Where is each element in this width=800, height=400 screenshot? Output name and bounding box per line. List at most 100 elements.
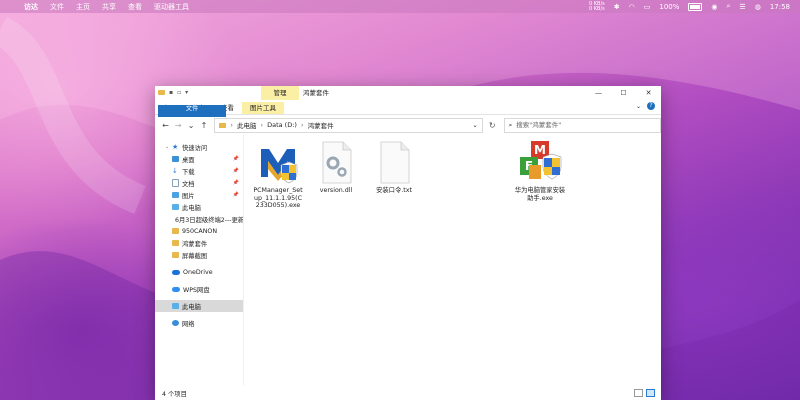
help-icon[interactable]: ? (647, 102, 655, 110)
title-bar: ▪ ▫ ▾ 管理 鸿蒙套件 — ☐ ✕ (155, 86, 661, 101)
nav-item-desktop[interactable]: 桌面 📌 (155, 153, 243, 165)
pin-icon: 📌 (232, 156, 239, 162)
nav-item-this-pc-quick[interactable]: 此电脑 (155, 201, 243, 213)
nav-label: WPS网盘 (183, 286, 210, 294)
nav-label: 屏幕截图 (182, 252, 208, 260)
menu-home[interactable]: 主页 (70, 2, 96, 12)
breadcrumb-separator-icon: › (300, 121, 304, 129)
onedrive-cloud-icon (172, 269, 180, 275)
up-arrow-icon[interactable]: ↑ (200, 121, 209, 130)
nav-item-network[interactable]: 网络 (155, 317, 243, 329)
address-dropdown-icon[interactable]: ⌄ (472, 121, 477, 129)
pcmanager-installer-icon (255, 139, 301, 185)
menu-drive-tools[interactable]: 驱动器工具 (148, 2, 195, 12)
new-folder-icon[interactable]: ▫ (177, 89, 181, 96)
display-icon[interactable]: ▭ (644, 3, 651, 11)
tab-picture-tools[interactable]: 图片工具 (242, 102, 284, 114)
details-view-icon[interactable] (634, 389, 643, 397)
recent-locations-chevron-icon[interactable]: ⌄ (187, 121, 196, 130)
search-input[interactable] (516, 121, 637, 129)
nav-item-folder-harmony-kit[interactable]: 鸿蒙套件 (155, 237, 243, 249)
file-item-pcmanager-setup[interactable]: PCManager_Setup_11.1.1.95(C233D055).exe (252, 139, 304, 210)
window-title: 鸿蒙套件 (303, 89, 329, 97)
file-list: PCManager_Setup_11.1.1.95(C233D055).exe … (244, 135, 661, 385)
breadcrumb-current-folder[interactable]: 鸿蒙套件 (308, 120, 334, 130)
file-item-version-dll[interactable]: version.dll (310, 139, 362, 195)
window-controls: — ☐ ✕ (586, 86, 661, 100)
folder-icon (172, 228, 179, 234)
nav-quick-access[interactable]: ⌄ ★ 快速访问 (155, 141, 243, 153)
file-name: PCManager_Setup_11.1.1.95(C233D055).exe (253, 187, 303, 209)
tab-manage[interactable]: 管理 (261, 86, 299, 100)
nav-item-onedrive[interactable]: OneDrive (155, 266, 243, 278)
refresh-icon[interactable]: ↻ (489, 121, 496, 130)
menu-file[interactable]: 文件 (44, 2, 70, 12)
documents-icon (172, 179, 179, 187)
search-icon[interactable]: ⌕ (727, 2, 731, 11)
user-icon[interactable]: ◉ (711, 3, 717, 11)
nav-label: OneDrive (183, 268, 213, 276)
large-icons-view-icon[interactable] (646, 389, 655, 397)
menu-share[interactable]: 共享 (96, 2, 122, 12)
breadcrumb-separator-icon: › (230, 121, 233, 129)
network-speed: 0 KB/s 0 KB/s (588, 1, 605, 12)
menu-view[interactable]: 查看 (122, 2, 148, 12)
nav-item-folder-june3[interactable]: 6月3日超级终端2---更新 (155, 213, 243, 225)
nav-item-downloads[interactable]: ↓ 下载 📌 (155, 165, 243, 177)
address-row: ← → ⌄ ↑ › 此电脑 › Data (D:) › 鸿蒙套件 ⌄ ↻ ⌕ (155, 115, 661, 135)
view-toggle (634, 389, 655, 397)
nav-item-this-pc[interactable]: 此电脑 (155, 300, 243, 312)
nav-item-folder-screenshots[interactable]: 屏幕截图 (155, 249, 243, 261)
nav-item-folder-950canon[interactable]: 950CANON (155, 225, 243, 237)
siri-icon[interactable]: ◍ (755, 3, 761, 11)
properties-icon[interactable]: ▪ (169, 89, 173, 96)
folder-icon (219, 122, 227, 128)
star-icon: ★ (172, 142, 179, 151)
file-name: version.dll (319, 187, 353, 194)
breadcrumb-this-pc[interactable]: 此电脑 (237, 120, 257, 130)
text-file-icon (371, 139, 417, 185)
breadcrumb-data-drive[interactable]: Data (D:) (267, 121, 297, 129)
back-arrow-icon[interactable]: ← (161, 121, 170, 130)
macos-menu-bar: 访达 文件 主页 共享 查看 驱动器工具 0 KB/s 0 KB/s ✱ ◠ ▭… (0, 0, 800, 13)
address-bar[interactable]: › 此电脑 › Data (D:) › 鸿蒙套件 ⌄ (214, 117, 483, 133)
wifi-icon[interactable]: ◠ (629, 3, 635, 11)
this-pc-icon (172, 204, 179, 210)
collapse-ribbon-icon[interactable]: ⌄ (636, 103, 641, 110)
forward-arrow-icon[interactable]: → (174, 121, 183, 130)
maximize-button[interactable]: ☐ (611, 86, 636, 100)
file-item-huawei-pc-manager-assistant[interactable]: M F 华为电脑管家安装助手.exe (514, 139, 566, 202)
file-name: 华为电脑管家安装助手.exe (514, 187, 566, 202)
customize-toolbar-icon[interactable]: ▾ (185, 89, 188, 96)
nav-item-documents[interactable]: 文档 📌 (155, 177, 243, 189)
breadcrumb-separator-icon: › (260, 121, 264, 129)
ribbon-tabs: 文件 主页 共享 查看 图片工具 ⌄ ? (155, 101, 661, 117)
file-explorer-window: ▪ ▫ ▾ 管理 鸿蒙套件 — ☐ ✕ 文件 主页 共享 查看 图片工具 ⌄ ?… (155, 86, 661, 400)
quick-access-toolbar: ▪ ▫ ▾ (158, 89, 188, 96)
nav-item-pictures[interactable]: 图片 📌 (155, 189, 243, 201)
folder-icon (158, 90, 165, 95)
net-download: 0 KB/s (588, 5, 605, 12)
battery-percent: 100% (659, 2, 680, 11)
search-box[interactable]: ⌕ (503, 117, 661, 133)
bluetooth-icon[interactable]: ✱ (614, 3, 620, 11)
folder-icon (172, 240, 179, 246)
minimize-button[interactable]: — (586, 86, 611, 100)
dll-file-icon (313, 139, 359, 185)
nav-label: 网络 (182, 320, 195, 328)
battery-icon[interactable] (688, 2, 703, 11)
close-button[interactable]: ✕ (636, 86, 661, 100)
clock: 17:58 (769, 2, 790, 11)
nav-item-wps-drive[interactable]: WPS网盘 (155, 283, 243, 295)
file-name: 安装口令.txt (376, 187, 412, 194)
collapse-chevron-icon[interactable]: ⌄ (165, 144, 169, 150)
tab-file[interactable]: 文件 (158, 105, 226, 117)
menu-finder[interactable]: 访达 (18, 2, 44, 12)
control-center-icon[interactable]: ☰ (739, 3, 745, 11)
pin-icon: 📌 (232, 192, 239, 198)
nav-label: 文档 (182, 180, 195, 188)
nav-label: 此电脑 (182, 303, 201, 311)
desktop-icon (172, 156, 179, 162)
file-item-install-password-txt[interactable]: 安装口令.txt (368, 139, 420, 195)
download-icon: ↓ (172, 166, 178, 175)
